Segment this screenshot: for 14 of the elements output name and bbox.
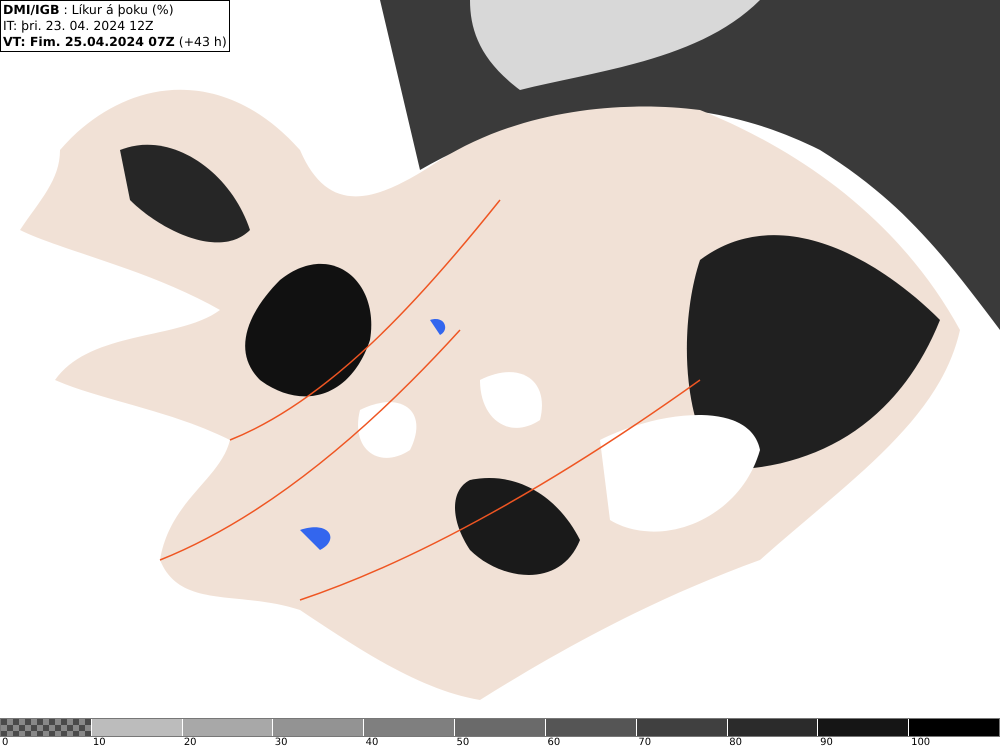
legend-label: 30 xyxy=(274,737,288,749)
legend-label: 60 xyxy=(547,737,560,749)
legend-label: 90 xyxy=(820,737,833,749)
caption-line: VT: Fim. 25.04.2024 07Z (+43 h) xyxy=(3,34,227,50)
legend-label: 20 xyxy=(184,737,197,749)
legend-label: 50 xyxy=(456,737,470,749)
caption-line: IT: þri. 23. 04. 2024 12Z xyxy=(3,18,155,34)
legend-label: 80 xyxy=(729,737,742,749)
legend-label: 0 xyxy=(2,737,8,749)
legend-label: 70 xyxy=(638,737,652,749)
legend-label: 10 xyxy=(92,737,106,749)
caption-line: DMI/IGB : Líkur á þoku (%) xyxy=(3,2,175,18)
legend-label: 40 xyxy=(366,737,378,749)
legend-label: 100 xyxy=(911,737,930,749)
